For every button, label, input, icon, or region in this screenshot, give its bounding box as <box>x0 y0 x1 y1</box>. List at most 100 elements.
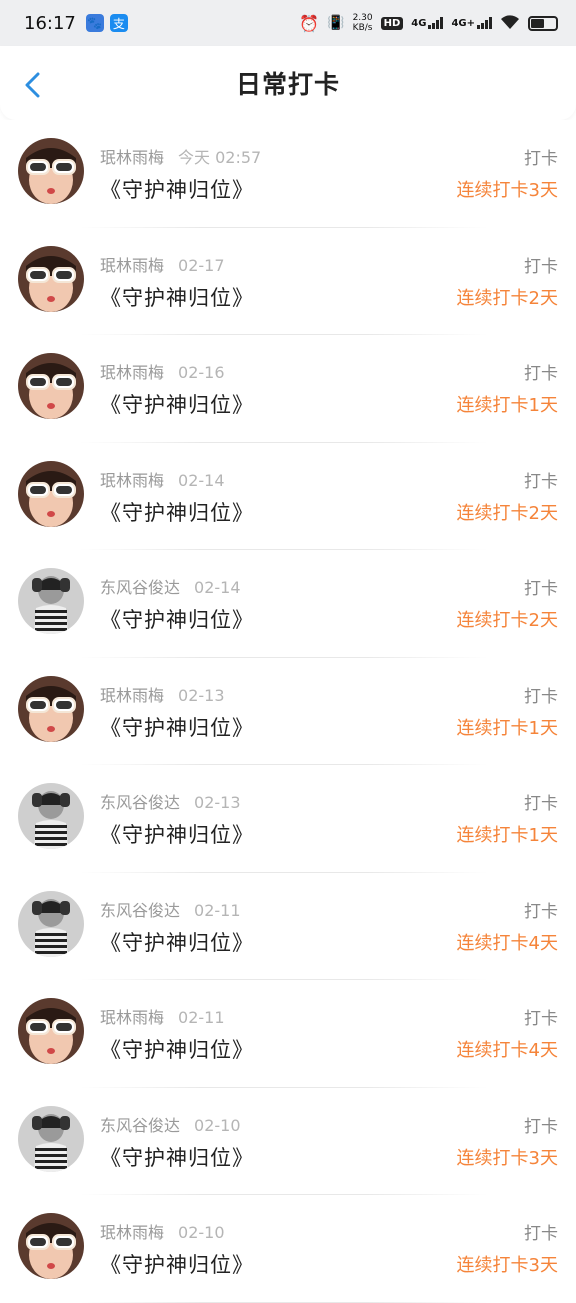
item-date: 02-10 <box>194 1115 241 1135</box>
divider <box>80 1301 488 1303</box>
list-item[interactable]: 东风谷俊达 02-11 《守护神归位》 打卡 连续打卡4天 <box>0 873 576 980</box>
book-title[interactable]: 《守护神归位》 <box>100 927 254 957</box>
item-meta: 东风谷俊达 02-14 <box>100 574 241 598</box>
vibrate-icon: 📳 <box>327 15 345 31</box>
user-name[interactable]: 东风谷俊达 <box>100 578 180 597</box>
checkin-type-label: 打卡 <box>524 149 558 169</box>
item-date: 02-11 <box>178 1008 225 1027</box>
item-meta: 东风谷俊达 02-10 <box>100 1112 241 1136</box>
list-item[interactable]: 珉林雨梅 02-17 《守护神归位》 打卡 连续打卡2天 <box>0 228 576 335</box>
list-item[interactable]: 珉林雨梅 02-13 《守护神归位》 打卡 连续打卡1天 <box>0 658 576 765</box>
avatar-sunglasses-child[interactable] <box>18 138 84 204</box>
user-name[interactable]: 珉林雨梅 <box>100 1008 164 1027</box>
item-date: 02-11 <box>194 900 241 920</box>
avatar-sunglasses-child[interactable] <box>18 1213 84 1279</box>
list-item[interactable]: 珉林雨梅 02-11 《守护神归位》 打卡 连续打卡4天 <box>0 980 576 1088</box>
checkin-type-label: 打卡 <box>524 1009 558 1029</box>
chevron-left-icon <box>25 72 40 98</box>
signal-bars-icon <box>428 17 444 29</box>
user-name[interactable]: 东风谷俊达 <box>100 901 180 920</box>
book-title[interactable]: 《守护神归位》 <box>100 712 254 742</box>
item-date: 02-14 <box>178 470 225 490</box>
user-name[interactable]: 东风谷俊达 <box>100 1116 180 1135</box>
avatar-striped-child[interactable] <box>18 1105 84 1172</box>
alipay-app-icon: 支 <box>109 14 128 32</box>
user-name[interactable]: 珉林雨梅 <box>100 471 164 490</box>
item-date: 02-16 <box>178 363 225 382</box>
streak-label: 连续打卡2天 <box>456 502 558 524</box>
signal-bars-icon <box>477 17 492 29</box>
hd-badge: HD <box>380 16 404 30</box>
status-bar: 16:17 🐾 支 ⏰ 📳 2.30 KB/s HD 4G 4G+ <box>0 0 576 46</box>
item-date: 02-14 <box>194 578 241 597</box>
avatar-sunglasses-child[interactable] <box>18 675 84 742</box>
book-title[interactable]: 《守护神归位》 <box>100 389 254 419</box>
checkin-type-label: 打卡 <box>524 364 558 384</box>
book-title[interactable]: 《守护神归位》 <box>100 282 254 312</box>
item-date: 02-10 <box>178 1223 225 1242</box>
user-name[interactable]: 东风谷俊达 <box>100 793 180 812</box>
streak-label: 连续打卡1天 <box>456 395 558 416</box>
app-header: 日常打卡 <box>0 46 576 120</box>
list-item[interactable]: 珉林雨梅 02-16 《守护神归位》 打卡 连续打卡1天 <box>0 335 576 443</box>
streak-label: 连续打卡2天 <box>456 610 558 631</box>
checkin-type-label: 打卡 <box>524 471 558 492</box>
user-name[interactable]: 珉林雨梅 <box>100 363 164 382</box>
avatar-sunglasses-child[interactable] <box>18 998 84 1064</box>
speed-value: 2.30 <box>352 13 373 23</box>
streak-label: 连续打卡1天 <box>456 717 558 739</box>
wifi-icon <box>500 14 520 33</box>
item-meta: 珉林雨梅 02-10 <box>100 1219 225 1243</box>
network-type-2: 4G+ <box>451 18 475 29</box>
checkin-type-label: 打卡 <box>524 794 558 814</box>
user-name[interactable]: 珉林雨梅 <box>100 686 164 705</box>
list-item[interactable]: 东风谷俊达 02-14 《守护神归位》 打卡 连续打卡2天 <box>0 550 576 658</box>
list-item[interactable]: 珉林雨梅 02-14 《守护神归位》 打卡 连续打卡2天 <box>0 443 576 550</box>
avatar-striped-child[interactable] <box>18 783 84 849</box>
speed-unit: KB/s <box>352 23 373 33</box>
battery-icon <box>528 15 558 31</box>
item-meta: 东风谷俊达 02-13 <box>100 789 241 813</box>
checkin-type-label: 打卡 <box>524 1224 558 1244</box>
avatar-striped-child[interactable] <box>18 568 84 634</box>
checkin-type-label: 打卡 <box>524 256 558 277</box>
avatar-sunglasses-child[interactable] <box>18 353 84 419</box>
item-meta: 珉林雨梅 今天 02:57 <box>100 144 261 168</box>
book-title[interactable]: 《守护神归位》 <box>100 1249 254 1279</box>
item-date: 今天 02:57 <box>178 148 262 167</box>
streak-label: 连续打卡3天 <box>456 180 558 201</box>
user-name[interactable]: 珉林雨梅 <box>100 256 164 275</box>
list-item[interactable]: 珉林雨梅 今天 02:57 《守护神归位》 打卡 连续打卡3天 <box>0 120 576 228</box>
streak-label: 连续打卡2天 <box>456 287 558 309</box>
signal-2: 4G+ <box>451 17 492 29</box>
user-name[interactable]: 珉林雨梅 <box>100 148 164 167</box>
list-item[interactable]: 东风谷俊达 02-13 《守护神归位》 打卡 连续打卡1天 <box>0 765 576 873</box>
streak-label: 连续打卡1天 <box>456 825 558 846</box>
avatar-striped-child[interactable] <box>18 890 84 957</box>
book-title[interactable]: 《守护神归位》 <box>100 604 254 634</box>
item-meta: 珉林雨梅 02-11 <box>100 1004 225 1028</box>
item-date: 02-13 <box>194 793 241 812</box>
item-meta: 珉林雨梅 02-16 <box>100 359 225 383</box>
checkin-type-label: 打卡 <box>524 579 558 599</box>
checkin-type-label: 打卡 <box>524 1116 558 1137</box>
streak-label: 连续打卡3天 <box>456 1147 558 1169</box>
back-button[interactable] <box>22 72 44 98</box>
list-item[interactable]: 东风谷俊达 02-10 《守护神归位》 打卡 连续打卡3天 <box>0 1088 576 1195</box>
item-date: 02-17 <box>178 255 225 275</box>
book-title[interactable]: 《守护神归位》 <box>100 174 254 204</box>
item-meta: 东风谷俊达 02-11 <box>100 897 241 921</box>
status-time: 16:17 <box>24 12 76 34</box>
network-type-1: 4G <box>411 18 427 29</box>
list-item[interactable]: 珉林雨梅 02-10 《守护神归位》 打卡 连续打卡3天 <box>0 1195 576 1303</box>
book-title[interactable]: 《守护神归位》 <box>100 1142 254 1172</box>
streak-label: 连续打卡3天 <box>456 1255 558 1276</box>
user-name[interactable]: 珉林雨梅 <box>100 1223 164 1242</box>
signal-1: 4G <box>411 17 444 29</box>
book-title[interactable]: 《守护神归位》 <box>100 1034 254 1064</box>
avatar-sunglasses-child[interactable] <box>18 460 84 527</box>
book-title[interactable]: 《守护神归位》 <box>100 819 254 849</box>
book-title[interactable]: 《守护神归位》 <box>100 497 254 527</box>
network-speed: 2.30 KB/s <box>353 13 373 33</box>
avatar-sunglasses-child[interactable] <box>18 245 84 312</box>
